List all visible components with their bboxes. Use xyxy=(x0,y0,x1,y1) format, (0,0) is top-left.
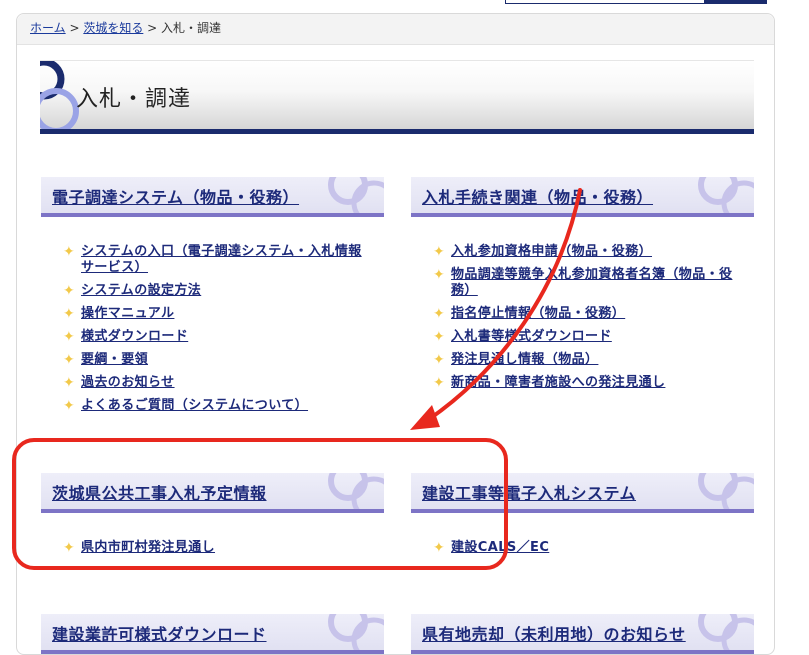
circle-decoration-icon xyxy=(698,614,754,650)
star-bullet-icon: ✦ xyxy=(63,375,75,391)
circle-decoration-icon xyxy=(328,177,384,213)
section-public-works-bids: 茨城県公共工事入札予定情報 ✦ 県内市町村発注見通し xyxy=(41,473,384,556)
list-item-link[interactable]: 指名停止情報（物品・役務） xyxy=(451,306,625,321)
section-e-procurement: 電子調達システム（物品・役務） ✦ システムの入口（電子調達システム・入札情報サー… xyxy=(41,177,384,414)
section-prefectural-land-sale: 県有地売却（未利用地）のお知らせ xyxy=(411,614,754,654)
list-item: ✦ 物品調達等競争入札参加資格者名簿（物品・役務） xyxy=(433,267,751,299)
list-item-link[interactable]: 発注見通し情報（物品） xyxy=(451,352,598,367)
list-item-link[interactable]: 入札書等様式ダウンロード xyxy=(451,329,612,344)
list-item-link[interactable]: 過去のお知らせ xyxy=(81,375,175,390)
star-bullet-icon: ✦ xyxy=(433,267,445,283)
link-list: ✦ 入札参加資格申請（物品・役務） ✦ 物品調達等競争入札参加資格者名簿（物品・役務… xyxy=(433,244,751,398)
star-bullet-icon: ✦ xyxy=(433,329,445,345)
section-heading-bar: 建設業許可様式ダウンロード xyxy=(41,614,384,654)
list-item: ✦ 様式ダウンロード xyxy=(63,329,363,345)
breadcrumb-parent-link[interactable]: 茨城を知る xyxy=(83,21,143,35)
breadcrumb-separator: > xyxy=(65,21,84,35)
section-heading-link[interactable]: 入札手続き関連（物品・役務） xyxy=(422,184,653,208)
star-bullet-icon: ✦ xyxy=(63,540,75,556)
list-item-link[interactable]: 物品調達等競争入札参加資格者名簿（物品・役務） xyxy=(451,267,732,298)
star-bullet-icon: ✦ xyxy=(63,352,75,368)
star-bullet-icon: ✦ xyxy=(433,244,445,260)
list-item-link[interactable]: 要綱・要領 xyxy=(81,352,148,367)
content-panel: ホーム > 茨城を知る > 入札・調達 入札・調達 電子調達システム（物品・役務… xyxy=(16,13,775,655)
list-item: ✦ 要綱・要領 xyxy=(63,352,363,368)
list-item: ✦ 県内市町村発注見通し xyxy=(63,540,363,556)
site-search-input[interactable] xyxy=(505,0,767,4)
list-item-link[interactable]: 様式ダウンロード xyxy=(81,329,188,344)
star-bullet-icon: ✦ xyxy=(63,329,75,345)
star-bullet-icon: ✦ xyxy=(433,306,445,322)
list-item-link[interactable]: 県内市町村発注見通し xyxy=(81,540,215,555)
section-heading-link[interactable]: 県有地売却（未利用地）のお知らせ xyxy=(422,621,686,645)
list-item-link[interactable]: 操作マニュアル xyxy=(81,306,174,321)
list-item-link[interactable]: 入札参加資格申請（物品・役務） xyxy=(451,244,652,259)
breadcrumb-separator: > xyxy=(143,21,162,35)
circle-decoration-icon xyxy=(698,177,754,213)
list-item: ✦ 操作マニュアル xyxy=(63,306,363,322)
list-item-link[interactable]: システムの設定方法 xyxy=(81,283,201,298)
list-item: ✦ 発注見通し情報（物品） xyxy=(433,352,751,368)
list-item-link[interactable]: 新商品・障害者施設への発注見通し xyxy=(451,375,665,390)
star-bullet-icon: ✦ xyxy=(433,540,445,556)
breadcrumb: ホーム > 茨城を知る > 入札・調達 xyxy=(17,14,774,45)
page-title: 入札・調達 xyxy=(76,87,192,112)
section-heading-bar: 県有地売却（未利用地）のお知らせ xyxy=(411,614,754,654)
star-bullet-icon: ✦ xyxy=(433,352,445,368)
list-item: ✦ 指名停止情報（物品・役務） xyxy=(433,306,751,322)
link-list: ✦ 建設CALS／EC xyxy=(433,540,733,563)
link-list: ✦ システムの入口（電子調達システム・入札情報サービス） ✦ システムの設定方法 ✦… xyxy=(63,244,363,421)
list-item: ✦ 建設CALS／EC xyxy=(433,540,733,556)
star-bullet-icon: ✦ xyxy=(63,398,75,414)
list-item-link[interactable]: よくあるご質問（システムについて） xyxy=(81,398,308,413)
circle-decoration-icon xyxy=(328,473,384,509)
section-heading-bar: 建設工事等電子入札システム xyxy=(411,473,754,513)
section-construction-license-forms: 建設業許可様式ダウンロード xyxy=(41,614,384,654)
section-heading-bar: 茨城県公共工事入札予定情報 xyxy=(41,473,384,513)
site-search-button[interactable] xyxy=(704,0,766,3)
circle-decoration-icon xyxy=(328,614,384,650)
section-bidding-procedures: 入札手続き関連（物品・役務） ✦ 入札参加資格申請（物品・役務） ✦ 物品調達等競争… xyxy=(411,177,754,391)
section-heading-link[interactable]: 電子調達システム（物品・役務） xyxy=(52,184,299,208)
list-item: ✦ システムの設定方法 xyxy=(63,283,363,299)
list-item: ✦ 入札書等様式ダウンロード xyxy=(433,329,751,345)
page-title-banner: 入札・調達 xyxy=(40,60,754,134)
list-item: ✦ 過去のお知らせ xyxy=(63,375,363,391)
breadcrumb-home-link[interactable]: ホーム xyxy=(30,21,66,35)
section-heading-link[interactable]: 建設工事等電子入札システム xyxy=(422,480,636,504)
list-item-link[interactable]: システムの入口（電子調達システム・入札情報サービス） xyxy=(81,244,362,275)
list-item: ✦ システムの入口（電子調達システム・入札情報サービス） xyxy=(63,244,363,276)
breadcrumb-current: 入札・調達 xyxy=(161,21,222,35)
list-item-link[interactable]: 建設CALS／EC xyxy=(451,540,549,555)
star-bullet-icon: ✦ xyxy=(63,283,75,299)
star-bullet-icon: ✦ xyxy=(63,244,75,260)
list-item: ✦ 入札参加資格申請（物品・役務） xyxy=(433,244,751,260)
link-list: ✦ 県内市町村発注見通し xyxy=(63,540,363,563)
section-construction-e-bidding: 建設工事等電子入札システム ✦ 建設CALS／EC xyxy=(411,473,754,556)
section-heading-link[interactable]: 建設業許可様式ダウンロード xyxy=(52,621,267,645)
section-heading-bar: 入札手続き関連（物品・役務） xyxy=(411,177,754,217)
star-bullet-icon: ✦ xyxy=(63,306,75,322)
list-item: ✦ 新商品・障害者施設への発注見通し xyxy=(433,375,751,391)
list-item: ✦ よくあるご質問（システムについて） xyxy=(63,398,363,414)
section-heading-bar: 電子調達システム（物品・役務） xyxy=(41,177,384,217)
star-bullet-icon: ✦ xyxy=(433,375,445,391)
circle-decoration-icon xyxy=(698,473,754,509)
section-heading-link[interactable]: 茨城県公共工事入札予定情報 xyxy=(52,480,267,504)
